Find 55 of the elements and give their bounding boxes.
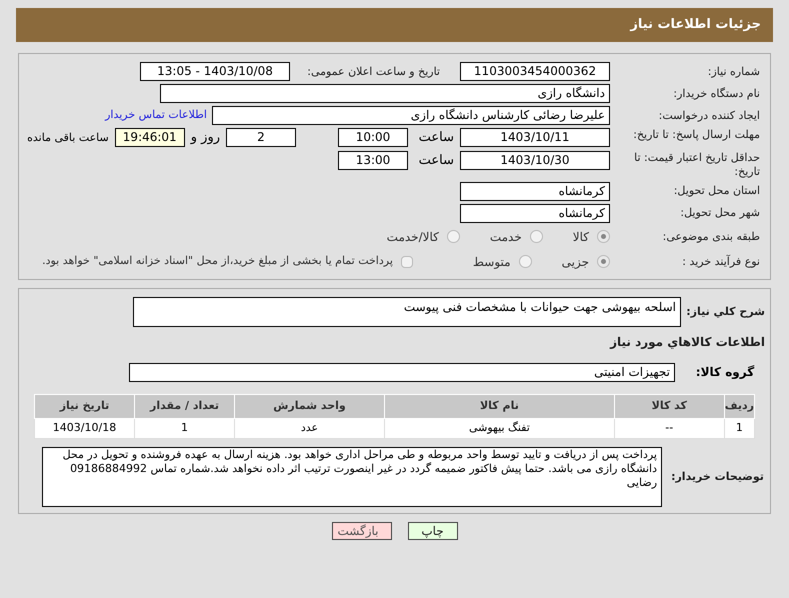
column-header: نام کالا [384,394,614,418]
field-label: نوع فرآیند خرید : [681,254,760,268]
table-cell: 1 [134,418,234,438]
table-cell: 1 [724,418,754,438]
remaining-label: ساعت باقی مانده [27,130,109,146]
radio-label: متوسط [472,254,511,270]
field-label: ایجاد کننده درخواست: [658,108,760,122]
value-field: 13:00 [338,150,408,170]
value-field: کرمانشاه [460,204,610,222]
column-header: واحد شمارش [234,394,384,418]
time-label: ساعت [418,129,454,147]
field-label: شهر محل تحویل: [679,206,760,220]
notes-field[interactable]: پرداخت پس از دریافت و تایید توسط واحد مربوطه و طی مراحل اداری خواهد بود. هزینه ارسال به عهده فروشنده و تحویل در محل دانشگاه رازی می باشد. حتما پیش فاکتور ضمیمه گردد در غیر اینصورت ترتیب اثر داده نخواهد شد.شماره تماس 09186884992 رضایی [42,446,662,506]
section-title: اطلاعات کالاهاي مورد نياز [608,334,765,350]
field-label: شرح کلي نياز: [685,304,765,318]
checkbox-label: پرداخت تمام یا بخشی از مبلغ خرید،از محل "اسناد خزانه اسلامی" خواهد بود. [42,253,393,270]
value-field: کرمانشاه [460,182,610,200]
value-field: 1103003454000362 [460,62,610,81]
column-header: رديف [724,394,754,418]
field-label: شماره نیاز: [706,64,760,78]
print-button[interactable]: چاپ [408,522,458,540]
value-field: 1403/10/30 [460,150,610,170]
field-label: توضیحات خریدار: [670,470,765,484]
field-label: حداقل تاریخ اعتبار قیمت: تا تاریخ: [633,150,760,178]
column-header: تعداد / مقدار [134,394,234,418]
description-field[interactable]: اسلحه بیهوشی جهت حیوانات با مشخصات فنی پیوست [133,296,681,326]
table-cell: 1403/10/18 [34,418,134,438]
field-label: تاریخ و ساعت اعلان عمومی: [306,64,440,78]
days-label: روز و [190,129,220,147]
value-field: علیرضا رضائی کارشناس دانشگاه رازی [212,106,610,125]
value-field: 1403/10/08 - 13:05 [140,62,290,81]
field-label: طبقه بندی موضوعی: [662,230,760,244]
back-button[interactable]: بازگشت [332,522,392,540]
table-cell: -- [614,418,724,438]
value-field: 10:00 [338,128,408,148]
time-label: ساعت [418,152,454,170]
header-title: جزئیات اطلاعات نیاز [630,16,761,34]
value-field: تجهیزات امنیتی [129,362,675,382]
field-label: گروه کالا: [694,364,756,381]
value-field: 1403/10/11 [460,128,610,148]
value-field: دانشگاه رازی [160,84,610,103]
column-header: کد کالا [614,394,724,418]
radio-label: کالا [572,228,589,246]
radio-label: کالا/خدمت [386,228,439,246]
table-cell: عدد [234,418,384,438]
field-label: استان محل تحویل: [672,184,760,198]
radio-label: جزیی [562,254,589,270]
column-header: تاريخ نياز [34,394,134,418]
value-field: 19:46:01 [114,128,185,148]
field-label: مهلت ارسال پاسخ: تا تاریخ: [632,128,760,142]
field-label: نام دستگاه خریدار: [672,86,760,100]
buyer-contact-link[interactable]: اطلاعات تماس خریدار [105,107,207,124]
table-cell: تفنگ بیهوشی [384,418,614,438]
radio-label: خدمت [490,228,522,246]
value-field: 2 [226,128,296,148]
